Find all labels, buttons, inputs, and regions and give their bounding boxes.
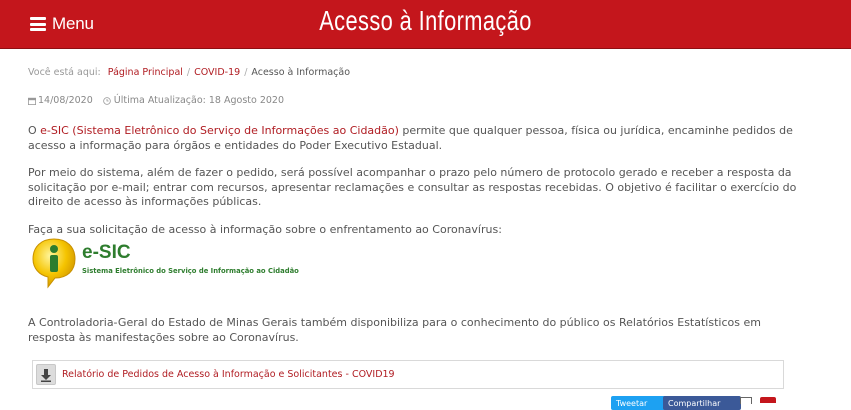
publish-date-text: 14/08/2020: [38, 95, 93, 106]
logo-title: e-SIC: [82, 242, 131, 263]
print-icon[interactable]: [760, 397, 776, 403]
logo-subtitle: Sistema Eletrônico do Serviço de Informa…: [82, 267, 299, 275]
page-title: Acesso à Informação: [319, 5, 532, 36]
updated-date-text: Última Atualização: 18 Agosto 2020: [113, 95, 285, 106]
top-header-bar: Menu Acesso à Informação: [0, 0, 851, 49]
breadcrumb-link-covid[interactable]: COVID-19: [194, 67, 240, 78]
updated-date: Última Atualização: 18 Agosto 2020: [103, 95, 284, 106]
paragraph-reports: A Controladoria-Geral do Estado de Minas…: [28, 316, 761, 344]
esic-logo[interactable]: e-SIC Sistema Eletrônico do Serviço de I…: [30, 236, 299, 292]
paragraph-intro: O e-SIC (Sistema Eletrônico do Serviço d…: [28, 124, 793, 152]
download-link[interactable]: Relatório de Pedidos de Acesso à Informa…: [62, 369, 395, 380]
article-body: O e-SIC (Sistema Eletrônico do Serviço d…: [28, 124, 798, 250]
breadcrumb: Você está aqui: Página Principal / COVID-1…: [28, 67, 350, 78]
publish-date: 14/08/2020: [28, 95, 93, 106]
esic-link[interactable]: e-SIC (Sistema Eletrônico do Serviço de …: [40, 124, 399, 137]
twitter-share-button[interactable]: Tweetar: [611, 396, 669, 410]
clock-icon: [103, 96, 111, 105]
breadcrumb-separator: /: [186, 67, 191, 78]
breadcrumb-link-home[interactable]: Página Principal: [108, 67, 183, 78]
article-meta: 14/08/2020 Última Atualização: 18 Agosto…: [28, 95, 294, 106]
info-i-icon: [32, 238, 76, 289]
facebook-share-button[interactable]: Compartilhar: [663, 396, 741, 410]
breadcrumb-current: Acesso à Informação: [251, 67, 351, 78]
menu-button[interactable]: Menu: [30, 12, 94, 36]
breadcrumb-prefix: Você está aqui:: [28, 67, 101, 78]
download-arrow-icon: [36, 364, 56, 385]
calendar-icon: [28, 97, 36, 105]
download-attachment[interactable]: Relatório de Pedidos de Acesso à Informa…: [32, 360, 784, 389]
hamburger-icon: [30, 17, 46, 31]
paragraph-system: Por meio do sistema, além de fazer o ped…: [28, 166, 797, 208]
breadcrumb-separator: /: [244, 67, 248, 78]
paragraph-request: Faça a sua solicitação de acesso à infor…: [28, 222, 502, 236]
menu-label: Menu: [52, 14, 94, 33]
